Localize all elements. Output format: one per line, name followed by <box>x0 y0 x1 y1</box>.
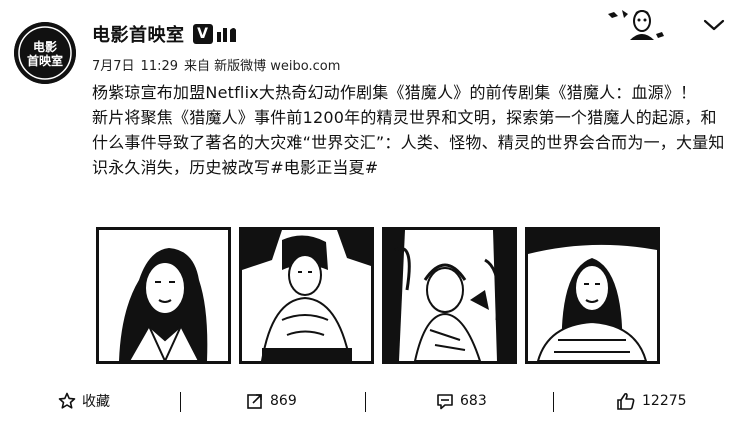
photo-thumbnail[interactable] <box>382 227 517 364</box>
share-icon <box>247 394 262 409</box>
repost-count: 869 <box>270 393 297 409</box>
post-meta: 7月7日 11:29 来自 新版微博 weibo.com <box>92 55 340 74</box>
header-decoration-image <box>604 6 670 40</box>
post-source: 来自 新版微博 weibo.com <box>184 59 341 74</box>
photo-thumbnail[interactable] <box>525 227 660 364</box>
post-paragraph: 新片将聚焦《猎魔人》事件前1200年的精灵世界和文明，探索第一个猎魔人的起源，和… <box>92 108 725 177</box>
verified-icon: V <box>192 24 213 44</box>
like-button[interactable]: 12275 <box>616 383 687 419</box>
action-bar: 收藏 869 683 12275 <box>0 383 741 419</box>
comment-count: 683 <box>460 393 487 409</box>
divider <box>180 392 181 412</box>
divider <box>553 392 554 412</box>
account-name[interactable]: 电影首映室 <box>92 21 185 47</box>
post-date[interactable]: 7月7日 <box>92 59 135 74</box>
thumbs-up-icon <box>617 392 635 410</box>
star-icon <box>58 392 76 409</box>
repost-button[interactable]: 869 <box>246 383 297 419</box>
photo-grid <box>96 227 660 364</box>
photo-thumbnail[interactable] <box>96 227 231 364</box>
post-paragraph: 杨紫琼宣布加盟Netflix大热奇幻动作剧集《猎魔人》的前传剧集《猎魔人：血源》… <box>92 83 697 102</box>
post-text: 杨紫琼宣布加盟Netflix大热奇幻动作剧集《猎魔人》的前传剧集《猎魔人：血源》… <box>92 80 732 180</box>
post-time[interactable]: 11:29 <box>141 59 178 74</box>
chevron-down-icon <box>703 19 725 31</box>
comment-icon <box>437 394 453 410</box>
level-icon <box>216 28 236 42</box>
divider <box>365 392 366 412</box>
photo-thumbnail[interactable] <box>239 227 374 364</box>
svg-text:电影: 电影 <box>33 39 57 54</box>
post-header: 电影首映室 V <box>92 20 238 48</box>
favorite-label: 收藏 <box>82 394 110 410</box>
svg-text:首映室: 首映室 <box>27 53 63 68</box>
like-count: 12275 <box>642 393 687 409</box>
avatar[interactable]: 电影 首映室 <box>14 22 76 84</box>
more-options-button[interactable] <box>700 12 728 38</box>
comment-button[interactable]: 683 <box>436 383 487 419</box>
favorite-button[interactable]: 收藏 <box>58 383 110 419</box>
